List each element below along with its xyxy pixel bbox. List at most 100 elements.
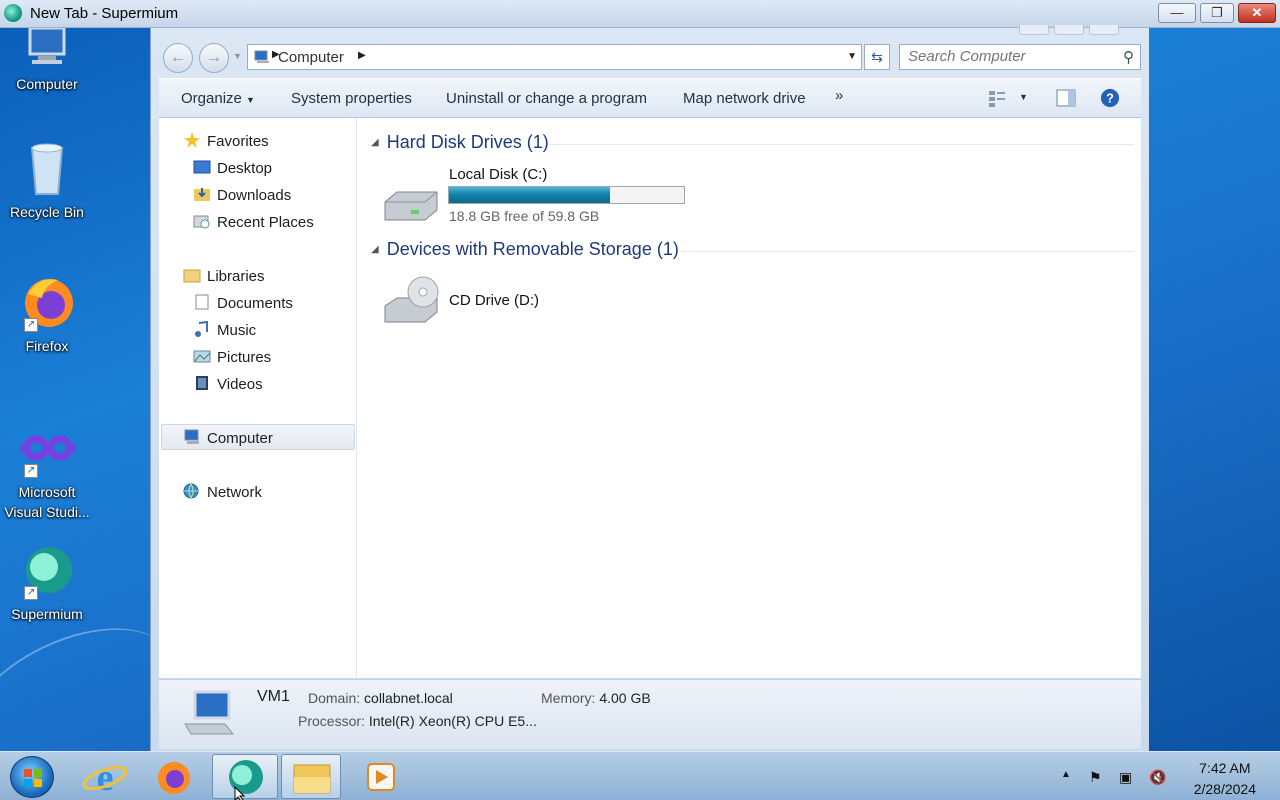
documents-icon bbox=[193, 294, 211, 310]
firefox-icon: ↗ bbox=[18, 274, 76, 332]
explorer-minimize-button[interactable] bbox=[1019, 25, 1049, 35]
desktop-icon-supermium[interactable]: ↗ Supermium bbox=[0, 542, 94, 624]
desktop-icon-recycle-bin[interactable]: Recycle Bin bbox=[0, 140, 94, 222]
nav-pictures[interactable]: Pictures bbox=[193, 348, 271, 366]
visual-studio-icon: ↗ bbox=[18, 420, 77, 478]
nav-computer[interactable]: Computer bbox=[183, 429, 273, 447]
desktop-icon-computer[interactable]: Computer bbox=[0, 24, 94, 94]
action-center-flag-icon[interactable]: ⚑ bbox=[1089, 769, 1102, 786]
change-view-icon[interactable] bbox=[987, 88, 1009, 108]
organize-menu[interactable]: Organize ▼ bbox=[181, 90, 255, 107]
taskbar-firefox[interactable] bbox=[143, 754, 205, 799]
cd-drive-name[interactable]: CD Drive (D:) bbox=[449, 292, 539, 309]
search-icon[interactable]: ⚲ bbox=[1123, 48, 1134, 66]
music-icon bbox=[193, 320, 211, 337]
mouse-cursor-icon bbox=[234, 786, 246, 800]
group-divider bbox=[549, 144, 1134, 145]
nav-network[interactable]: Network bbox=[183, 483, 262, 501]
volume-muted-icon[interactable]: 🔇 bbox=[1149, 769, 1166, 786]
desktop-icon-firefox[interactable]: ↗ Firefox bbox=[0, 274, 94, 356]
desktop-icon-label: Firefox bbox=[25, 338, 69, 354]
nav-libraries[interactable]: Libraries bbox=[183, 267, 265, 285]
group-hard-disk-drives[interactable]: ◢ Hard Disk Drives (1) bbox=[371, 132, 549, 153]
forward-button[interactable]: → bbox=[199, 43, 229, 73]
desktop-folder-icon bbox=[193, 159, 211, 175]
preview-pane-icon[interactable] bbox=[1055, 88, 1077, 108]
nav-label: Computer bbox=[207, 430, 273, 447]
nav-videos[interactable]: Videos bbox=[193, 375, 263, 393]
nav-label: Downloads bbox=[217, 187, 292, 204]
desktop-icon-visual-studio[interactable]: ↗ Microsoft Visual Studi... bbox=[0, 420, 94, 522]
system-properties-button[interactable]: System properties bbox=[291, 90, 412, 107]
shortcut-arrow-icon: ↗ bbox=[24, 318, 38, 332]
nav-favorites[interactable]: Favorites bbox=[183, 132, 269, 150]
nav-label: Videos bbox=[217, 376, 263, 393]
taskbar-internet-explorer[interactable]: e bbox=[74, 754, 136, 799]
nav-label: Pictures bbox=[217, 349, 272, 366]
desktop-icon-label: Recycle Bin bbox=[10, 204, 84, 220]
recent-places-icon bbox=[193, 213, 211, 229]
computer-name: VM1 bbox=[257, 688, 290, 705]
local-disk-icon bbox=[381, 186, 441, 229]
explorer-maximize-button[interactable] bbox=[1054, 25, 1084, 35]
address-dropdown-icon[interactable]: ▼ bbox=[847, 51, 857, 62]
view-options-dropdown[interactable]: ▼ bbox=[1019, 92, 1028, 102]
search-input[interactable] bbox=[908, 48, 1108, 65]
breadcrumb-computer[interactable]: Computer bbox=[278, 49, 344, 66]
nav-downloads[interactable]: Downloads bbox=[193, 186, 291, 204]
breadcrumb-arrow-icon[interactable]: ▶ bbox=[358, 50, 366, 61]
downloads-folder-icon bbox=[193, 186, 211, 202]
processor-row: Processor: Intel(R) Xeon(R) CPU E5... bbox=[298, 713, 537, 729]
system-clock[interactable]: 7:42 AM 2/28/2024 bbox=[1194, 758, 1256, 800]
network-status-icon[interactable]: ▣ bbox=[1119, 769, 1132, 786]
search-box[interactable]: ⚲ bbox=[899, 44, 1141, 70]
help-icon[interactable]: ? bbox=[1099, 88, 1121, 108]
nav-music[interactable]: Music bbox=[193, 320, 257, 339]
refresh-button[interactable]: ⇆ bbox=[864, 44, 890, 70]
local-disk-name[interactable]: Local Disk (C:) bbox=[449, 166, 547, 183]
address-bar[interactable]: ▶ Computer ▶ ▼ bbox=[247, 44, 862, 70]
domain-label: Domain: bbox=[308, 690, 361, 706]
nav-label: Music bbox=[217, 322, 257, 339]
nav-recent-places[interactable]: Recent Places bbox=[193, 213, 314, 231]
group-title: Hard Disk Drives (1) bbox=[386, 132, 549, 152]
minimize-button[interactable]: — bbox=[1158, 3, 1196, 23]
more-commands-button[interactable]: » bbox=[835, 87, 843, 104]
show-hidden-icons-button[interactable]: ▲ bbox=[1061, 769, 1071, 780]
desktop-icon-label: Supermium bbox=[11, 606, 83, 622]
shortcut-arrow-icon: ↗ bbox=[24, 586, 38, 600]
back-button[interactable]: ← bbox=[163, 43, 193, 73]
taskbar-windows-explorer[interactable] bbox=[281, 754, 341, 799]
computer-icon bbox=[18, 24, 76, 82]
close-button[interactable]: ✕ bbox=[1238, 3, 1276, 23]
cd-drive-icon bbox=[381, 276, 441, 329]
uninstall-program-button[interactable]: Uninstall or change a program bbox=[446, 90, 647, 107]
recent-pages-dropdown[interactable]: ▼ bbox=[233, 51, 242, 61]
start-button[interactable] bbox=[10, 756, 54, 798]
memory-label: Memory: bbox=[541, 690, 596, 706]
folder-icon bbox=[293, 764, 331, 794]
maximize-button[interactable]: ❐ bbox=[1200, 3, 1234, 23]
command-bar: Organize ▼ System properties Uninstall o… bbox=[159, 78, 1141, 118]
computer-icon bbox=[183, 429, 201, 445]
taskbar: e ▲ ⚑ ▣ 🔇 7:42 AM 2/28/2024 bbox=[0, 751, 1280, 800]
memory-row: Memory: 4.00 GB bbox=[541, 690, 651, 706]
navigation-bar: ← → ▼ ▶ Computer ▶ ▼ ⇆ ⚲ bbox=[161, 42, 1141, 73]
nav-label: Recent Places bbox=[217, 214, 314, 231]
nav-desktop[interactable]: Desktop bbox=[193, 159, 272, 177]
explorer-close-button[interactable] bbox=[1089, 25, 1119, 35]
nav-documents[interactable]: Documents bbox=[193, 294, 293, 312]
details-pane: VM1 Domain: collabnet.local Memory: 4.00… bbox=[159, 679, 1141, 749]
internet-explorer-icon: e bbox=[82, 757, 128, 799]
map-network-drive-button[interactable]: Map network drive bbox=[683, 90, 806, 107]
nav-label: Network bbox=[207, 484, 263, 501]
supermium-app-icon bbox=[4, 4, 22, 22]
taskbar-media-player[interactable] bbox=[350, 754, 412, 799]
explorer-caption-buttons bbox=[1014, 22, 1119, 38]
clock-time: 7:42 AM bbox=[1199, 760, 1251, 776]
group-removable-storage[interactable]: ◢ Devices with Removable Storage (1) bbox=[371, 239, 679, 260]
collapse-triangle-icon[interactable]: ◢ bbox=[371, 244, 379, 255]
memory-value: 4.00 GB bbox=[599, 690, 651, 706]
computer-icon bbox=[181, 690, 237, 739]
collapse-triangle-icon[interactable]: ◢ bbox=[371, 137, 379, 148]
